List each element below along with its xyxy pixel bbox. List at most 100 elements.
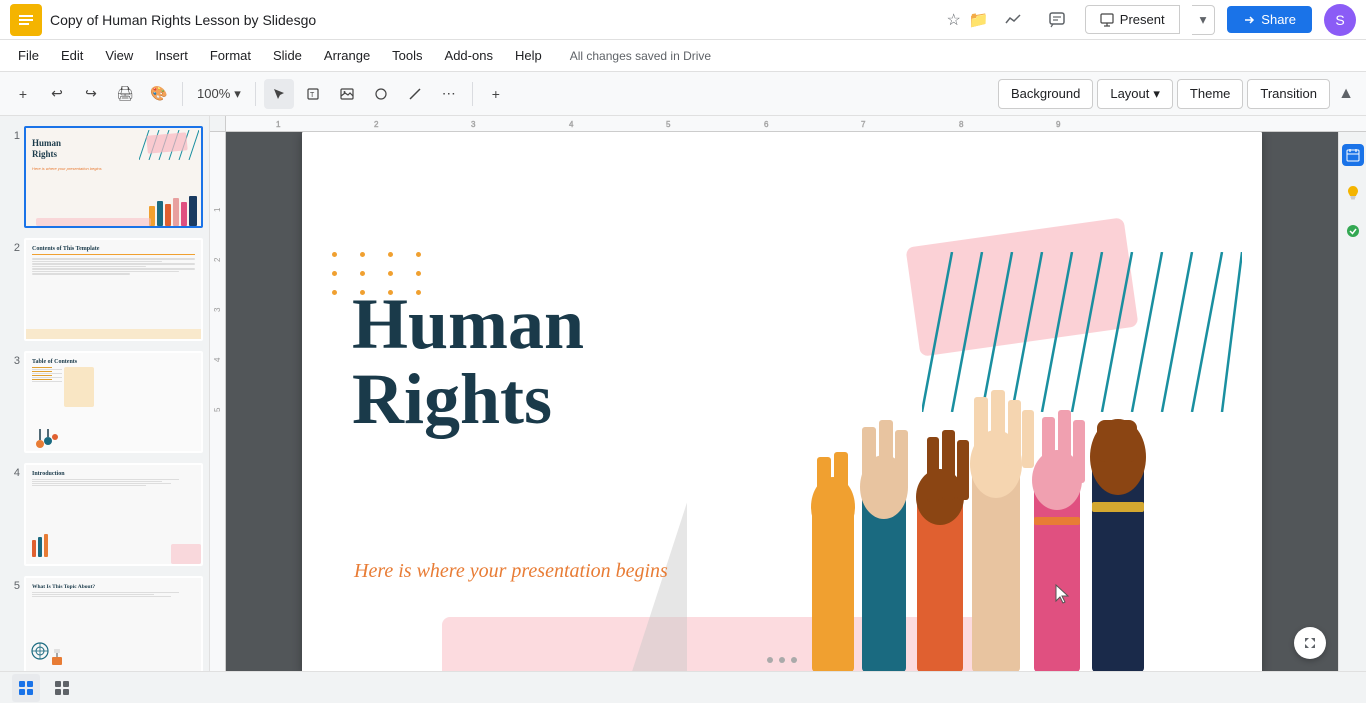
menu-format[interactable]: Format — [200, 44, 261, 67]
insert-button[interactable]: + — [481, 79, 511, 109]
ruler-marks: 1 2 3 4 5 6 7 8 9 — [226, 116, 1366, 131]
star-icon[interactable]: ☆ — [947, 10, 961, 30]
slide-number-1: 1 — [6, 130, 20, 142]
thumb2-title: Contents of This Template — [32, 246, 195, 252]
toolbar-separator-1 — [182, 82, 183, 106]
svg-text:T: T — [310, 92, 315, 99]
toolbar: + ↩ ↪ 🖨 🎨 100% ▾ T ⋯ — [0, 72, 1366, 116]
right-sidebar — [1338, 132, 1366, 671]
nav-dot-2[interactable] — [779, 657, 785, 663]
activity-icon[interactable] — [997, 4, 1029, 36]
toolbar-separator-3 — [472, 82, 473, 106]
slides-panel: 1 — [0, 116, 210, 671]
svg-text:2: 2 — [374, 120, 379, 129]
slide-image-5: What Is This Topic About? — [24, 576, 203, 671]
menu-help[interactable]: Help — [505, 44, 552, 67]
slide-number-4: 4 — [6, 467, 20, 479]
layout-button[interactable]: Layout ▾ — [1097, 79, 1173, 109]
menu-insert[interactable]: Insert — [145, 44, 198, 67]
redo-button[interactable]: ↪ — [76, 79, 106, 109]
slide-canvas[interactable]: Human Rights Here is where your presenta… — [302, 132, 1262, 671]
slide-canvas-wrapper: Human Rights Here is where your presenta… — [226, 132, 1338, 671]
select-tool-button[interactable] — [264, 79, 294, 109]
undo-button[interactable]: ↩ — [42, 79, 72, 109]
thumb1-subtitle: Here is where your presentation begins — [32, 166, 102, 171]
canvas-area: 1 2 3 4 5 6 7 8 9 1 2 — [210, 116, 1366, 671]
thumb5-title: What Is This Topic About? — [32, 584, 95, 590]
collapse-toolbar-button[interactable]: ▲ — [1334, 82, 1358, 106]
autosave-status: All changes saved in Drive — [570, 49, 711, 63]
slide-thumbnail-1[interactable]: 1 — [4, 124, 205, 230]
transition-button[interactable]: Transition — [1247, 79, 1330, 109]
slide-number-2: 2 — [6, 242, 20, 254]
svg-text:5: 5 — [213, 407, 222, 412]
nav-dot-1[interactable] — [767, 657, 773, 663]
textbox-tool-button[interactable]: T — [298, 79, 328, 109]
svg-text:1: 1 — [276, 120, 281, 129]
top-bar: Copy of Human Rights Lesson by Slidesgo … — [0, 0, 1366, 40]
paintformat-button[interactable]: 🎨 — [144, 79, 174, 109]
print-button[interactable]: 🖨 — [110, 79, 140, 109]
menu-addons[interactable]: Add-ons — [435, 44, 503, 67]
theme-button[interactable]: Theme — [1177, 79, 1243, 109]
slide-thumbnail-4[interactable]: 4 Introduction — [4, 461, 205, 567]
slide-image-3: Table of Contents — [24, 351, 203, 453]
ruler-horizontal: 1 2 3 4 5 6 7 8 9 — [210, 116, 1366, 132]
main-area: 1 — [0, 116, 1366, 671]
lightbulb-icon[interactable] — [1342, 182, 1364, 204]
menu-tools[interactable]: Tools — [382, 44, 432, 67]
expand-button[interactable] — [1294, 627, 1326, 659]
user-avatar[interactable]: S — [1324, 4, 1356, 36]
svg-text:9: 9 — [1056, 120, 1061, 129]
calendar-icon[interactable] — [1342, 144, 1364, 166]
document-title: Copy of Human Rights Lesson by Slidesgo — [50, 12, 939, 28]
thumb1-title: HumanRights — [32, 138, 61, 160]
add-slide-button[interactable]: + — [8, 79, 38, 109]
nav-dot-3[interactable] — [791, 657, 797, 663]
folder-icon[interactable]: 📁 — [969, 10, 989, 30]
thumb3-title: Table of Contents — [32, 359, 195, 365]
svg-text:3: 3 — [471, 120, 476, 129]
canvas-with-ruler: 1 2 3 4 5 — [210, 132, 1366, 671]
grid-view-button[interactable] — [12, 674, 40, 702]
present-dropdown-button[interactable]: ▾ — [1192, 5, 1216, 35]
svg-text:3: 3 — [213, 307, 222, 312]
comments-icon[interactable] — [1041, 4, 1073, 36]
checkmark-icon[interactable] — [1342, 220, 1364, 242]
slide-thumbnail-3[interactable]: 3 Table of Contents — [4, 349, 205, 455]
slide-image-4: Introduction — [24, 463, 203, 565]
svg-text:1: 1 — [213, 207, 222, 212]
slide-thumbnail-2[interactable]: 2 Contents of This Template — [4, 236, 205, 342]
toolbar-right-section: Background Layout ▾ Theme Transition ▲ — [998, 79, 1358, 109]
background-button[interactable]: Background — [998, 79, 1093, 109]
menu-slide[interactable]: Slide — [263, 44, 312, 67]
svg-text:4: 4 — [213, 357, 222, 362]
svg-text:4: 4 — [569, 120, 574, 129]
shape-tool-button[interactable] — [366, 79, 396, 109]
share-button[interactable]: Share — [1227, 6, 1312, 33]
menu-arrange[interactable]: Arrange — [314, 44, 380, 67]
menu-bar: File Edit View Insert Format Slide Arran… — [0, 40, 1366, 72]
ruler-vertical: 1 2 3 4 5 — [210, 132, 226, 671]
slide-image-2: Contents of This Template — [24, 238, 203, 340]
slide-subtitle[interactable]: Here is where your presentation begins — [354, 560, 668, 583]
svg-text:2: 2 — [213, 257, 222, 262]
slide-number-3: 3 — [6, 355, 20, 367]
slide-navigation-dots — [767, 657, 797, 663]
more-tools-button[interactable]: ⋯ — [434, 79, 464, 109]
slide-thumbnail-5[interactable]: 5 What Is This Topic About? — [4, 574, 205, 671]
image-tool-button[interactable] — [332, 79, 362, 109]
present-button[interactable]: Present — [1085, 5, 1180, 34]
zoom-dropdown[interactable]: 100% ▾ — [191, 79, 247, 109]
slide-image-1: HumanRights Here is where your presentat… — [24, 126, 203, 228]
list-view-button[interactable] — [48, 674, 76, 702]
menu-file[interactable]: File — [8, 44, 49, 67]
menu-edit[interactable]: Edit — [51, 44, 93, 67]
bottom-bar — [0, 671, 1366, 703]
menu-view[interactable]: View — [95, 44, 143, 67]
line-tool-button[interactable] — [400, 79, 430, 109]
thumb4-title: Introduction — [32, 471, 65, 477]
slide-main-title[interactable]: Human Rights — [352, 287, 584, 438]
slide-number-5: 5 — [6, 580, 20, 592]
svg-text:6: 6 — [764, 120, 769, 129]
